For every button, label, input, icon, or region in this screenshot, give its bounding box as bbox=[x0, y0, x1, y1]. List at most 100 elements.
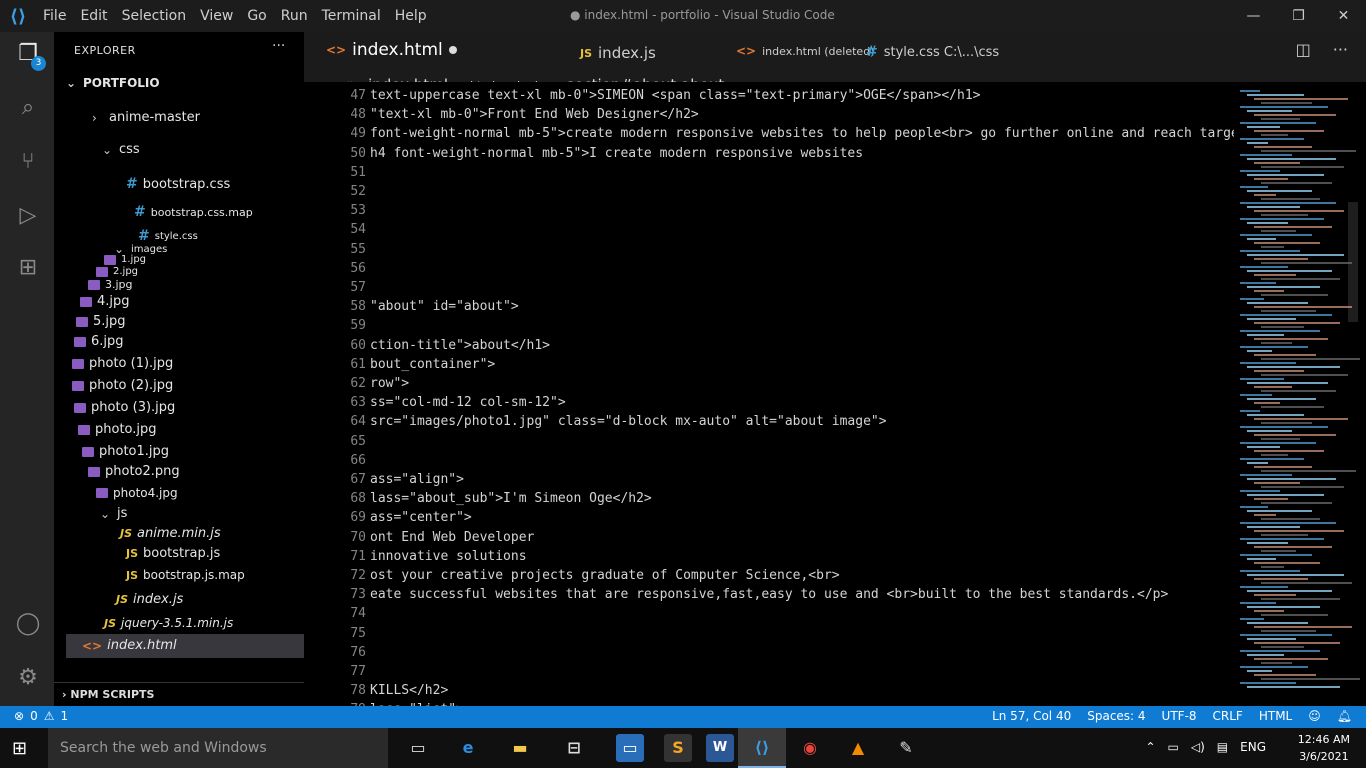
tree-folder[interactable]: › anime-master bbox=[92, 110, 200, 125]
indentation[interactable]: Spaces: 4 bbox=[1087, 709, 1145, 723]
chrome-icon[interactable]: ◉ bbox=[796, 734, 824, 762]
tree-file[interactable]: photo (3).jpg bbox=[74, 400, 175, 415]
explorer-more-actions-icon[interactable]: ··· bbox=[272, 38, 285, 54]
menu-file[interactable]: File bbox=[36, 0, 73, 32]
tab-style-css[interactable]: # style.css C:\...\css bbox=[866, 44, 999, 60]
settings-gear-icon[interactable]: ⚙ bbox=[14, 664, 42, 692]
code-line[interactable]: "text-xl mb-0">Front End Web Designer</h… bbox=[370, 107, 699, 122]
tree-root-portfolio[interactable]: ⌄ PORTFOLIO bbox=[66, 76, 160, 90]
end-of-line[interactable]: CRLF bbox=[1213, 709, 1243, 723]
code-line[interactable]: text-uppercase text-xl mb-0">SIMEON <spa… bbox=[370, 88, 980, 103]
code-line[interactable]: ction-title">about</h1> bbox=[370, 338, 550, 353]
code-line[interactable]: ss="col-md-12 col-sm-12"> bbox=[370, 395, 566, 410]
tree-file[interactable]: photo (2).jpg bbox=[72, 378, 173, 393]
menu-run[interactable]: Run bbox=[274, 0, 315, 32]
close-button[interactable]: ✕ bbox=[1321, 0, 1366, 32]
tree-file[interactable]: photo1.jpg bbox=[82, 444, 169, 459]
code-line[interactable]: ass="align"> bbox=[370, 472, 464, 487]
menu-edit[interactable]: Edit bbox=[73, 0, 114, 32]
npm-scripts-section[interactable]: › NPM SCRIPTS bbox=[54, 682, 304, 706]
code-line[interactable]: lass="about_sub">I'm Simeon Oge</h2> bbox=[370, 491, 652, 506]
tree-folder[interactable]: ⌄ css bbox=[102, 142, 140, 157]
code-line[interactable]: src="images/photo1.jpg" class="d-block m… bbox=[370, 414, 887, 429]
notifications-bell-icon[interactable]: 🔔︎ bbox=[1337, 709, 1352, 723]
action-center-icon[interactable]: ▤ bbox=[1217, 740, 1228, 754]
tree-file[interactable]: JS bootstrap.js bbox=[126, 546, 220, 561]
menu-view[interactable]: View bbox=[193, 0, 240, 32]
unsaved-dot-icon[interactable] bbox=[448, 46, 457, 54]
code-line[interactable]: innovative solutions bbox=[370, 549, 527, 564]
split-editor-icon[interactable]: ◫ bbox=[1296, 40, 1311, 59]
code-line[interactable]: KILLS</h2> bbox=[370, 683, 448, 698]
battery-icon[interactable]: ▭ bbox=[1168, 740, 1179, 754]
tree-file[interactable]: 6.jpg bbox=[74, 334, 124, 349]
tree-file-active[interactable]: <> index.html bbox=[82, 638, 177, 653]
tree-file[interactable]: JS index.js bbox=[116, 592, 183, 607]
app-icon[interactable]: ▭ bbox=[616, 734, 644, 762]
menu-go[interactable]: Go bbox=[240, 0, 273, 32]
taskbar-search-box[interactable]: Search the web and Windows bbox=[48, 728, 388, 768]
tab-index-js[interactable]: JS index.js bbox=[580, 44, 656, 62]
encoding[interactable]: UTF-8 bbox=[1162, 709, 1197, 723]
tree-file[interactable]: photo.jpg bbox=[78, 422, 157, 437]
extensions-icon[interactable]: ⊞ bbox=[14, 254, 42, 282]
language-mode[interactable]: HTML bbox=[1259, 709, 1292, 723]
tree-file[interactable]: JS anime.min.js bbox=[120, 526, 221, 541]
tree-file[interactable]: 5.jpg bbox=[76, 314, 126, 329]
code-line[interactable]: ont End Web Developer bbox=[370, 530, 534, 545]
tab-index-html[interactable]: <> index.html bbox=[326, 40, 457, 60]
tree-file[interactable]: 2.jpg bbox=[96, 266, 138, 277]
minimap[interactable] bbox=[1234, 82, 1366, 706]
code-line[interactable]: font-weight-normal mb-5">create modern r… bbox=[370, 126, 1234, 141]
minimap-line bbox=[1240, 250, 1300, 252]
word-icon[interactable]: W bbox=[706, 734, 734, 762]
code-line[interactable]: eate successful websites that are respon… bbox=[370, 587, 1168, 602]
tree-file[interactable]: # bootstrap.css.map bbox=[134, 204, 253, 220]
tab-index-html-deleted[interactable]: <> index.html (deleted) bbox=[736, 44, 874, 58]
source-control-icon[interactable]: ⑂ bbox=[14, 148, 42, 176]
code-line[interactable]: bout_container"> bbox=[370, 357, 495, 372]
tree-file[interactable]: # bootstrap.css bbox=[126, 176, 230, 192]
tree-file[interactable]: 3.jpg bbox=[88, 278, 133, 291]
menu-selection[interactable]: Selection bbox=[115, 0, 194, 32]
file-explorer-icon[interactable]: ▬ bbox=[506, 734, 534, 762]
minimize-button[interactable]: — bbox=[1231, 0, 1276, 32]
tree-file[interactable]: photo2.png bbox=[88, 464, 180, 479]
run-debug-icon[interactable]: ▷ bbox=[14, 202, 42, 230]
vlc-icon[interactable]: ▲ bbox=[844, 734, 872, 762]
sublime-icon[interactable]: S bbox=[664, 734, 692, 762]
tree-file[interactable]: JS jquery-3.5.1.min.js bbox=[104, 616, 233, 630]
line-number: 74 bbox=[350, 606, 366, 622]
tree-file[interactable]: 1.jpg bbox=[104, 254, 146, 265]
feedback-icon[interactable]: ☺ bbox=[1308, 709, 1321, 723]
tree-file[interactable]: 4.jpg bbox=[80, 294, 130, 309]
vscode-taskbar-icon[interactable]: ⟨⟩ bbox=[748, 734, 776, 762]
volume-icon[interactable]: ◁) bbox=[1191, 740, 1205, 754]
show-hidden-icons-icon[interactable]: ⌃ bbox=[1145, 740, 1155, 754]
tree-file[interactable]: photo (1).jpg bbox=[72, 356, 173, 371]
search-icon[interactable]: ⌕ bbox=[14, 94, 42, 122]
account-icon[interactable]: ◯ bbox=[14, 610, 42, 638]
code-line[interactable]: ass="center"> bbox=[370, 510, 472, 525]
code-editor[interactable]: 47 text-uppercase text-xl mb-0">SIMEON <s… bbox=[304, 82, 1234, 706]
menu-help[interactable]: Help bbox=[388, 0, 434, 32]
more-actions-icon[interactable]: ··· bbox=[1333, 40, 1348, 59]
taskbar-clock[interactable]: 12:46 AM 3/6/2021 bbox=[1298, 731, 1350, 765]
code-line[interactable]: row"> bbox=[370, 376, 409, 391]
code-line[interactable]: "about" id="about"> bbox=[370, 299, 519, 314]
tree-folder[interactable]: ⌄ js bbox=[100, 506, 127, 521]
menu-terminal[interactable]: Terminal bbox=[315, 0, 388, 32]
maximize-button[interactable]: ❐ bbox=[1276, 0, 1321, 32]
windows-start-icon[interactable]: ⊞ bbox=[12, 738, 34, 759]
problems-indicator[interactable]: ⊗ 0 ⚠ 1 bbox=[14, 709, 68, 723]
paint-icon[interactable]: ✎ bbox=[892, 734, 920, 762]
tree-file[interactable]: photo4.jpg bbox=[96, 486, 178, 500]
input-language[interactable]: ENG bbox=[1240, 740, 1266, 754]
task-view-icon[interactable]: ▭ bbox=[404, 734, 432, 762]
edge-browser-icon[interactable]: e bbox=[454, 734, 482, 762]
code-line[interactable]: h4 font-weight-normal mb-5">I create mod… bbox=[370, 146, 863, 161]
tree-file[interactable]: JS bootstrap.js.map bbox=[126, 568, 245, 582]
cursor-position[interactable]: Ln 57, Col 40 bbox=[992, 709, 1071, 723]
store-icon[interactable]: ⊟ bbox=[560, 734, 588, 762]
code-line[interactable]: ost your creative projects graduate of C… bbox=[370, 568, 840, 583]
